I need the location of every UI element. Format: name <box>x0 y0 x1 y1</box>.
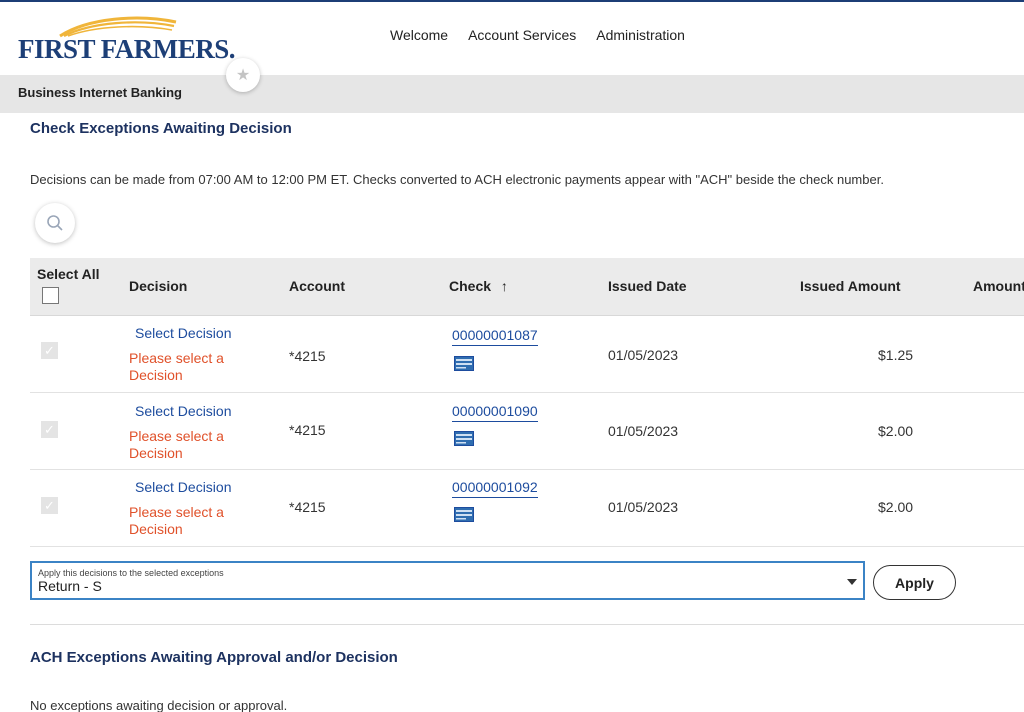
ach-exceptions-title: ACH Exceptions Awaiting Approval and/or … <box>30 649 398 666</box>
nav-account-services[interactable]: Account Services <box>468 27 576 43</box>
header: FIRST FARMERS. Welcome Account Services … <box>0 2 1024 75</box>
search-icon <box>47 215 63 231</box>
check-exceptions-title: Check Exceptions Awaiting Decision <box>30 120 292 137</box>
amount-column-header[interactable]: Amount <box>973 278 1024 294</box>
brand-name: FIRST FARMERS. <box>18 34 236 64</box>
select-all-checkbox[interactable] <box>42 287 59 304</box>
check-image-icon[interactable] <box>454 431 474 446</box>
main-nav: Welcome Account Services Administration <box>390 27 705 43</box>
issued-amount-value: $1.25 <box>878 347 914 363</box>
row-checkbox[interactable]: ✓ <box>41 497 58 514</box>
star-icon: ★ <box>235 67 251 84</box>
issued-date-value: 01/05/2023 <box>608 499 679 515</box>
issued-date-value: 01/05/2023 <box>608 347 679 363</box>
issued-date-column-header[interactable]: Issued Date <box>608 278 687 294</box>
nav-administration[interactable]: Administration <box>596 27 685 43</box>
apply-decision-value: Return - S <box>38 578 102 594</box>
check-column-label: Check <box>449 278 492 294</box>
table-row: ✓ Select Decision Please select a Decisi… <box>30 316 1024 393</box>
select-decision-link[interactable]: Select Decision <box>135 403 232 419</box>
apply-button[interactable]: Apply <box>873 565 956 600</box>
issued-amount-column-header[interactable]: Issued Amount <box>800 278 901 294</box>
account-value: *4215 <box>289 499 326 515</box>
decision-error-message: Please select a Decision <box>129 428 224 461</box>
decision-error-message: Please select a Decision <box>129 350 224 383</box>
subheader-title: Business Internet Banking <box>18 85 182 100</box>
apply-decision-label: Apply this decisions to the selected exc… <box>38 568 224 578</box>
favorite-button[interactable]: ★ <box>226 58 260 92</box>
account-column-header[interactable]: Account <box>289 278 345 294</box>
check-number-link[interactable]: 00000001090 <box>452 403 538 422</box>
apply-decision-select[interactable]: Apply this decisions to the selected exc… <box>30 561 865 600</box>
check-number-link[interactable]: 00000001092 <box>452 479 538 498</box>
sort-ascending-icon: ↑ <box>500 278 508 294</box>
decision-column-header[interactable]: Decision <box>129 278 187 294</box>
no-exceptions-message: No exceptions awaiting decision or appro… <box>30 698 288 712</box>
check-image-icon[interactable] <box>454 356 474 371</box>
account-value: *4215 <box>289 348 326 364</box>
brand-logo[interactable]: FIRST FARMERS. <box>18 12 236 70</box>
nav-welcome[interactable]: Welcome <box>390 27 448 43</box>
row-checkbox[interactable]: ✓ <box>41 421 58 438</box>
check-exceptions-table: Select All Decision Account Check ↑ Issu… <box>30 258 1024 547</box>
check-image-icon[interactable] <box>454 507 474 522</box>
check-column-header[interactable]: Check ↑ <box>449 278 508 294</box>
select-all-label: Select All <box>37 266 100 282</box>
table-row: ✓ Select Decision Please select a Decisi… <box>30 393 1024 470</box>
issued-amount-value: $2.00 <box>878 423 914 439</box>
decision-window-info: Decisions can be made from 07:00 AM to 1… <box>30 172 884 187</box>
select-decision-link[interactable]: Select Decision <box>135 479 232 495</box>
caret-down-icon <box>847 579 857 585</box>
issued-date-value: 01/05/2023 <box>608 423 679 439</box>
subheader-bar: Business Internet Banking <box>0 75 1024 113</box>
table-row: ✓ Select Decision Please select a Decisi… <box>30 470 1024 547</box>
check-number-link[interactable]: 00000001087 <box>452 327 538 346</box>
table-header: Select All Decision Account Check ↑ Issu… <box>30 258 1024 316</box>
row-checkbox[interactable]: ✓ <box>41 342 58 359</box>
search-button[interactable] <box>35 203 75 243</box>
account-value: *4215 <box>289 422 326 438</box>
issued-amount-value: $2.00 <box>878 499 914 515</box>
decision-error-message: Please select a Decision <box>129 504 224 537</box>
select-decision-link[interactable]: Select Decision <box>135 325 232 341</box>
section-divider <box>30 624 1024 625</box>
